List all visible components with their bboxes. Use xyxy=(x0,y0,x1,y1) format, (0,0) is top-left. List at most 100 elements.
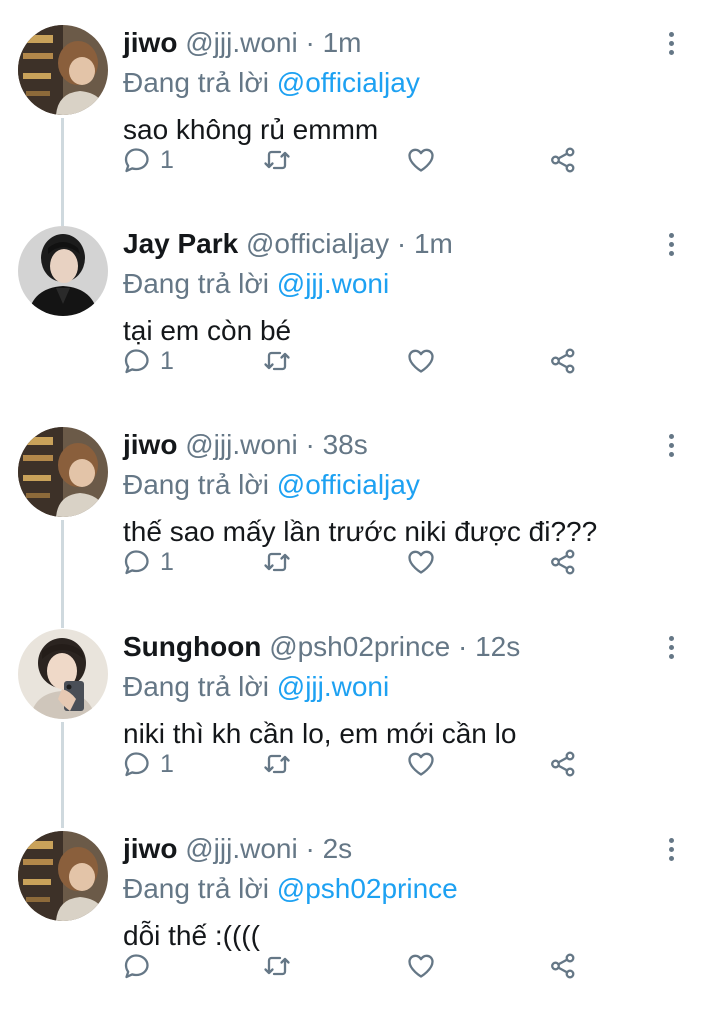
like-button[interactable] xyxy=(406,744,436,784)
timestamp[interactable]: 1m xyxy=(414,228,453,259)
reply-mention-link[interactable]: @officialjay xyxy=(277,67,420,98)
retweet-icon xyxy=(264,956,290,976)
reply-count: 1 xyxy=(160,548,174,576)
share-icon xyxy=(551,751,575,777)
display-name[interactable]: Sunghoon xyxy=(123,631,261,662)
retweet-icon xyxy=(264,552,290,572)
handle[interactable]: @jjj.woni xyxy=(185,429,297,460)
replying-to: Đang trả lời @jjj.woni xyxy=(123,267,389,301)
retweet-icon xyxy=(264,351,290,371)
replying-to-label: Đang trả lời xyxy=(123,469,269,500)
timestamp[interactable]: 1m xyxy=(323,27,362,58)
share-button[interactable] xyxy=(548,542,578,582)
avatar[interactable] xyxy=(18,226,108,316)
share-button[interactable] xyxy=(548,744,578,784)
reply-icon xyxy=(124,954,149,979)
tweet-header: jiwo @jjj.woni · 2s xyxy=(123,832,352,866)
reply-count: 1 xyxy=(160,750,174,778)
jiwo-avatar-image xyxy=(18,427,108,517)
share-icon xyxy=(551,147,575,173)
retweet-button[interactable] xyxy=(262,341,292,381)
timestamp[interactable]: 12s xyxy=(475,631,520,662)
tweet[interactable]: jiwo @jjj.woni · 38s Đang trả lời @offic… xyxy=(0,402,720,604)
share-button[interactable] xyxy=(548,946,578,986)
retweet-button[interactable] xyxy=(262,946,292,986)
retweet-icon xyxy=(264,150,290,170)
sunghoon-avatar-image xyxy=(18,629,108,719)
share-icon xyxy=(551,953,575,979)
display-name[interactable]: Jay Park xyxy=(123,228,238,259)
reply-button[interactable] xyxy=(122,946,160,986)
timestamp[interactable]: 2s xyxy=(323,833,353,864)
reply-mention-link[interactable]: @jjj.woni xyxy=(277,671,389,702)
share-button[interactable] xyxy=(548,140,578,180)
share-icon xyxy=(551,549,575,575)
replying-to-label: Đang trả lời xyxy=(123,268,269,299)
display-name[interactable]: jiwo xyxy=(123,429,177,460)
separator: · xyxy=(305,833,315,864)
handle[interactable]: @officialjay xyxy=(246,228,389,259)
like-button[interactable] xyxy=(406,542,436,582)
tweet-actions: 1 xyxy=(0,744,720,784)
separator: · xyxy=(305,27,315,58)
more-options-icon[interactable] xyxy=(660,231,684,259)
tweet[interactable]: jiwo @jjj.woni · 1m Đang trả lời @offici… xyxy=(0,0,720,202)
replying-to-label: Đang trả lời xyxy=(123,873,269,904)
tweet-header: jiwo @jjj.woni · 1m xyxy=(123,26,361,60)
jiwo-avatar-image xyxy=(18,831,108,921)
reply-mention-link[interactable]: @psh02prince xyxy=(277,873,458,904)
tweet-actions: 1 xyxy=(0,140,720,180)
reply-mention-link[interactable]: @jjj.woni xyxy=(277,268,389,299)
heart-icon xyxy=(408,550,434,574)
display-name[interactable]: jiwo xyxy=(123,27,177,58)
avatar[interactable] xyxy=(18,629,108,719)
separator: · xyxy=(396,228,407,259)
handle[interactable]: @jjj.woni xyxy=(185,833,297,864)
more-options-icon[interactable] xyxy=(660,634,684,662)
timestamp[interactable]: 38s xyxy=(323,429,368,460)
reply-button[interactable]: 1 xyxy=(122,140,174,180)
handle[interactable]: @jjj.woni xyxy=(185,27,297,58)
more-options-icon[interactable] xyxy=(660,836,684,864)
avatar[interactable] xyxy=(18,427,108,517)
retweet-button[interactable] xyxy=(262,140,292,180)
reply-mention-link[interactable]: @officialjay xyxy=(277,469,420,500)
reply-button[interactable]: 1 xyxy=(122,341,174,381)
heart-icon xyxy=(408,148,434,172)
tweet[interactable]: Jay Park @officialjay · 1m Đang trả lời … xyxy=(0,201,720,403)
tweet[interactable]: Sunghoon @psh02prince · 12s Đang trả lời… xyxy=(0,604,720,806)
like-button[interactable] xyxy=(406,341,436,381)
heart-icon xyxy=(408,349,434,373)
avatar[interactable] xyxy=(18,831,108,921)
like-button[interactable] xyxy=(406,140,436,180)
tweet-header: Sunghoon @psh02prince · 12s xyxy=(123,630,520,664)
tweet-actions: 1 xyxy=(0,542,720,582)
retweet-button[interactable] xyxy=(262,744,292,784)
avatar[interactable] xyxy=(18,25,108,115)
reply-icon xyxy=(124,349,149,374)
reply-icon xyxy=(124,148,149,173)
share-icon xyxy=(551,348,575,374)
handle[interactable]: @psh02prince xyxy=(269,631,450,662)
heart-icon xyxy=(408,954,434,978)
jay-avatar-image xyxy=(18,226,108,316)
display-name[interactable]: jiwo xyxy=(123,833,177,864)
replying-to-label: Đang trả lời xyxy=(123,67,269,98)
retweet-button[interactable] xyxy=(262,542,292,582)
reply-count: 1 xyxy=(160,146,174,174)
reply-button[interactable]: 1 xyxy=(122,542,174,582)
more-options-icon[interactable] xyxy=(660,432,684,460)
tweet-header: jiwo @jjj.woni · 38s xyxy=(123,428,368,462)
replying-to: Đang trả lời @psh02prince xyxy=(123,872,458,906)
tweet[interactable]: jiwo @jjj.woni · 2s Đang trả lời @psh02p… xyxy=(0,806,720,1008)
replying-to: Đang trả lời @jjj.woni xyxy=(123,670,389,704)
like-button[interactable] xyxy=(406,946,436,986)
share-button[interactable] xyxy=(548,341,578,381)
more-options-icon[interactable] xyxy=(660,30,684,58)
retweet-icon xyxy=(264,754,290,774)
replying-to: Đang trả lời @officialjay xyxy=(123,66,420,100)
tweet-header: Jay Park @officialjay · 1m xyxy=(123,227,453,261)
reply-button[interactable]: 1 xyxy=(122,744,174,784)
tweet-actions: 1 xyxy=(0,341,720,381)
reply-icon xyxy=(124,550,149,575)
